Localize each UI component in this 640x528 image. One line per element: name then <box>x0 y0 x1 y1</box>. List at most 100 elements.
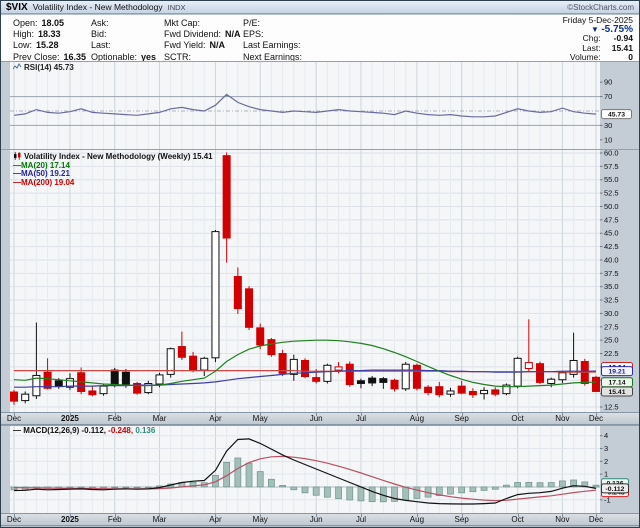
quote-label: Fwd Yield: <box>164 40 206 50</box>
macd-bar <box>459 487 465 493</box>
macd-chart-svg: 4321-10.136-0.248-0.112 <box>1 425 639 513</box>
month-label: 2025 <box>56 414 84 423</box>
month-label: Mar <box>145 515 173 524</box>
candle <box>246 289 253 328</box>
candle <box>100 386 107 393</box>
quote-label: P/E: <box>243 18 260 28</box>
candle <box>447 391 454 394</box>
x-axis-macd: Dec2025FebMarAprMayJunJulAugSepOctNovDec <box>1 513 639 526</box>
macd-bar <box>246 463 252 487</box>
candle <box>313 378 320 382</box>
y-axis-label: 57.5 <box>604 162 619 171</box>
quote-value: 18.05 <box>42 18 65 28</box>
macd-bar <box>257 472 263 487</box>
quote-value: N/A <box>225 29 241 39</box>
svg-text:15.41: 15.41 <box>608 389 625 396</box>
y-axis-label: 32.5 <box>604 296 619 305</box>
candle <box>190 356 197 370</box>
quote-row: High:18.33 <box>13 29 86 40</box>
month-label: Jun <box>302 414 330 423</box>
macd-bar <box>492 487 498 489</box>
macd-bar <box>67 487 73 488</box>
y-axis-label: 35.0 <box>604 282 619 291</box>
y-axis-label: 52.5 <box>604 189 619 198</box>
candle <box>324 365 331 381</box>
month-label: Sep <box>448 515 476 524</box>
candle <box>11 392 18 401</box>
month-label: Dec <box>0 414 28 423</box>
candle <box>178 347 185 358</box>
macd-bar <box>89 487 95 488</box>
candle <box>492 390 499 394</box>
month-label: Dec <box>0 515 28 524</box>
macd-bar <box>78 487 84 488</box>
rsi-legend: RSI(14) 45.73 <box>13 63 74 73</box>
indicator-icon <box>13 63 22 71</box>
candle <box>380 379 387 383</box>
candle <box>290 359 297 374</box>
quote-label: Mkt Cap: <box>164 18 200 28</box>
quote-label: Ask: <box>91 18 109 28</box>
macd-bar <box>123 487 129 488</box>
price-chart-svg: 12.515.017.520.022.525.027.530.032.535.0… <box>1 149 639 412</box>
y-axis-label: 37.5 <box>604 269 619 278</box>
symbol: $VIX <box>6 2 28 13</box>
y-axis-label: 90 <box>604 78 612 87</box>
macd-legend: — MACD(12,26,9) -0.112, -0.248, 0.136 <box>13 427 155 436</box>
candle <box>44 372 51 388</box>
y-axis-label: 47.5 <box>604 215 619 224</box>
svg-text:19.21: 19.21 <box>608 369 625 376</box>
candle <box>592 377 599 391</box>
candle <box>346 364 353 384</box>
macd-bar <box>515 482 521 486</box>
candle <box>481 390 488 393</box>
symbol-name: Volatility Index - New Methodology <box>33 2 163 12</box>
y-axis-label: 40.0 <box>604 255 619 264</box>
candle <box>223 156 230 238</box>
macd-bar <box>447 487 453 494</box>
candle <box>559 373 566 380</box>
quote-label: EPS: <box>243 29 264 39</box>
quote-label: Bid: <box>91 29 107 39</box>
candle <box>436 387 443 395</box>
macd-bar <box>145 487 151 488</box>
candle <box>357 381 364 384</box>
quote-value: 18.33 <box>38 29 61 39</box>
candle <box>212 232 219 358</box>
candle <box>122 372 129 384</box>
y-axis-label: 10 <box>604 135 612 144</box>
candle <box>335 367 342 370</box>
quote-label: Fwd Dividend: <box>164 29 221 39</box>
candle <box>402 364 409 389</box>
candle <box>548 379 555 383</box>
candle <box>257 328 264 345</box>
macd-bar <box>358 487 364 501</box>
macd-bar <box>593 485 599 487</box>
candle <box>537 364 544 383</box>
month-label: Dec <box>582 515 610 524</box>
macd-bar <box>414 487 420 499</box>
candle <box>55 381 62 386</box>
month-label: Sep <box>448 414 476 423</box>
month-label: Dec <box>582 414 610 423</box>
y-axis-label: 25.0 <box>604 336 619 345</box>
svg-text:17.14: 17.14 <box>608 380 625 387</box>
month-label: Apr <box>201 515 229 524</box>
svg-text:-0.112: -0.112 <box>606 486 625 493</box>
quote-col-earnings: P/E:EPS:Last Earnings:Next Earnings: <box>243 18 302 63</box>
candle <box>301 360 308 376</box>
y-axis-label: 60.0 <box>604 149 619 158</box>
month-label: Apr <box>201 414 229 423</box>
x-axis-main: Dec2025FebMarAprMayJunJulAugSepOctNovDec <box>1 412 639 425</box>
macd-bar <box>112 487 118 488</box>
macd-bar <box>313 487 319 495</box>
quote-summary: Friday 5-Dec-2025 ▼ -5.75% Chg: -0.94Las… <box>563 16 633 62</box>
month-label: Oct <box>504 515 532 524</box>
quote-value: N/A <box>210 40 226 50</box>
candle <box>369 378 376 383</box>
month-label: May <box>246 515 274 524</box>
quote-row: Open:18.05 <box>13 18 86 29</box>
y-axis-label: 45.0 <box>604 229 619 238</box>
macd-bar <box>291 487 297 490</box>
y-axis-label: 4 <box>604 431 608 440</box>
